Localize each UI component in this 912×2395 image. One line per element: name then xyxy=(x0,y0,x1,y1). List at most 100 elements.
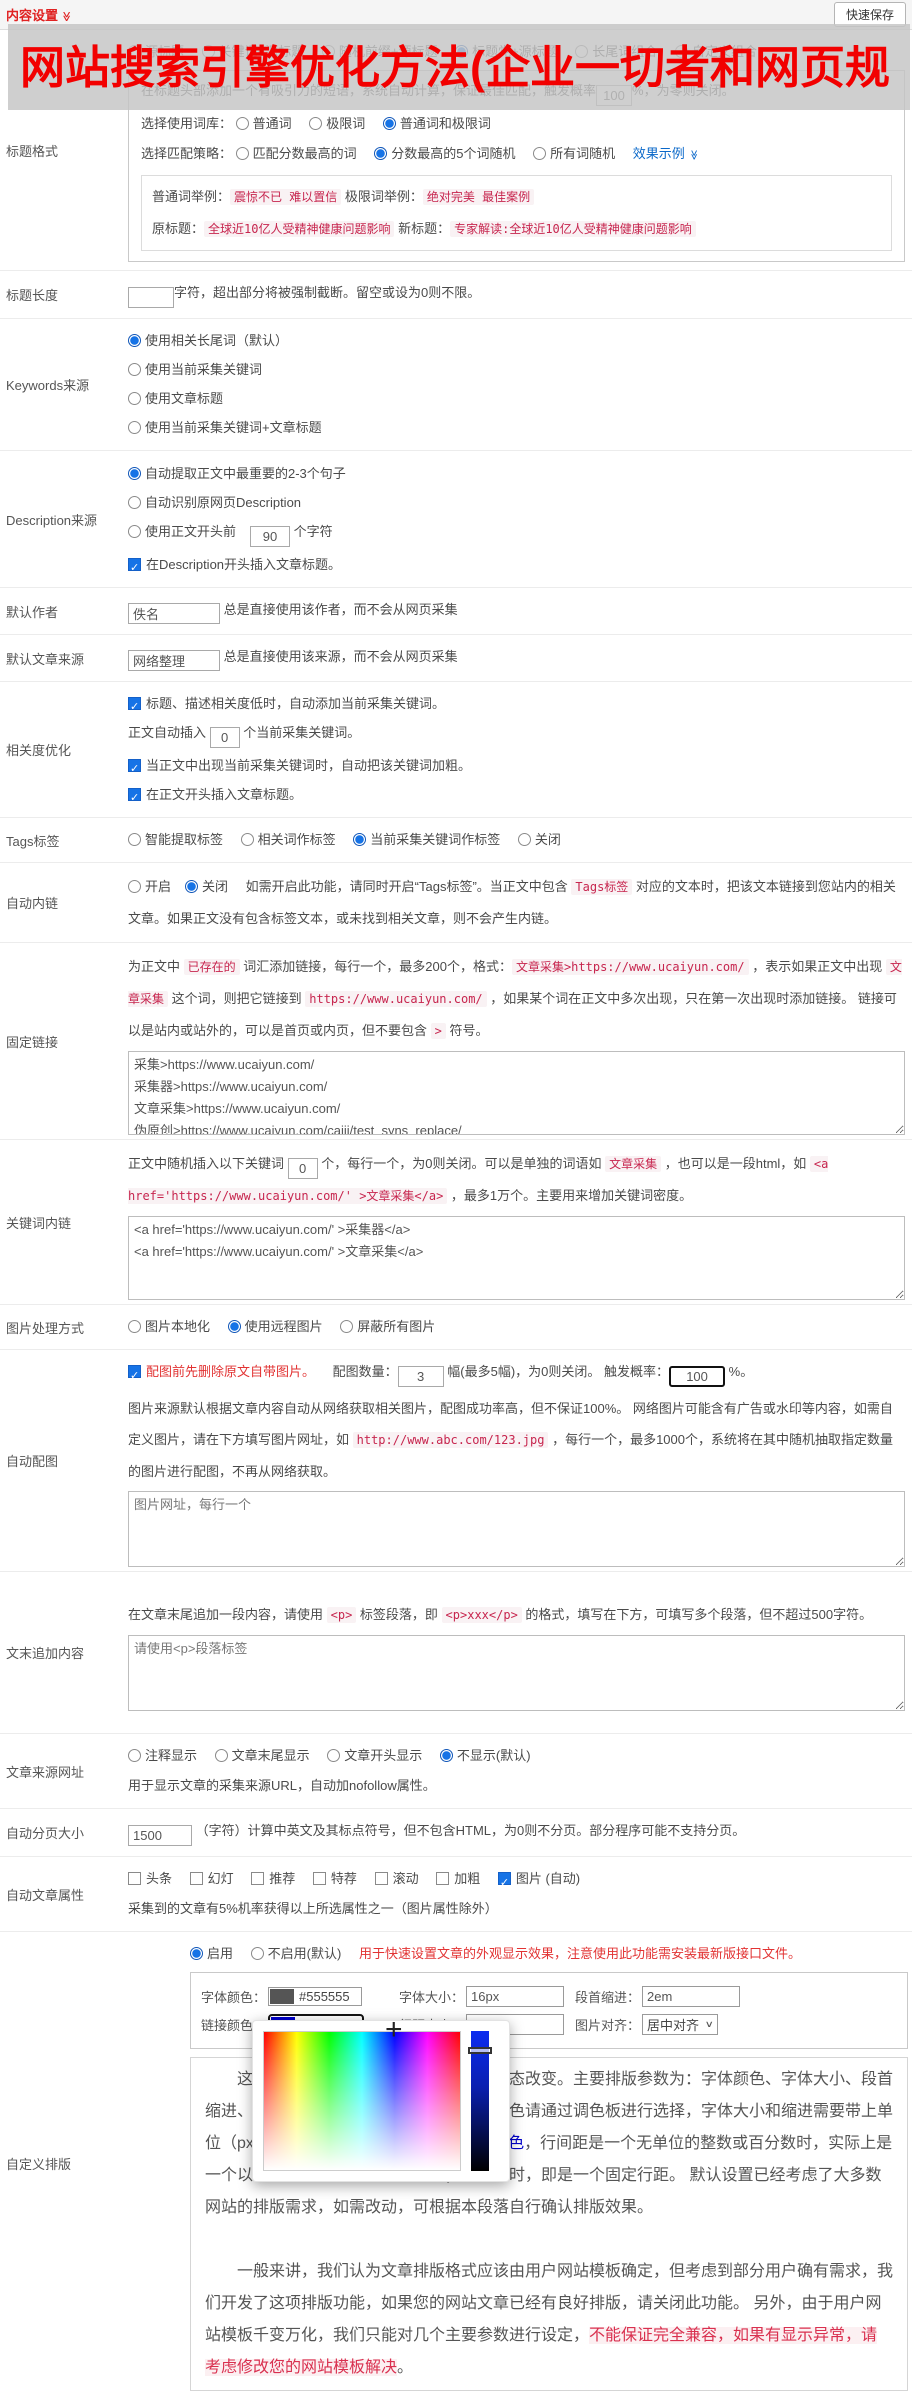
checkbox-icon-checked xyxy=(128,1364,141,1388)
saturation-gradient-area[interactable] xyxy=(263,2031,461,2171)
checkbox-relevance-add-keyword[interactable]: 标题、描述相关度低时，自动添加当前采集关键词。 xyxy=(128,696,445,718)
innerlink-desc: 开启 关闭 如需开启此功能，请同时开启“Tags标签”。当正文中包含 Tags标签… xyxy=(128,879,896,926)
radio-srcurl-hidden[interactable]: 不显示(默认) xyxy=(439,1748,531,1763)
append-content-textarea[interactable] xyxy=(128,1634,905,1711)
row-label-article-attrs: 自动文章属性 xyxy=(6,1887,85,1903)
row-title-length: 标题长度 字符，超出部分将被强制截断。留空或设为0则不限。 xyxy=(0,271,912,319)
radio-layout-disable[interactable]: 不启用(默认) xyxy=(250,1946,341,1961)
radio-srcurl-comment[interactable]: 注释显示 xyxy=(128,1748,197,1763)
seo-marquee-text: 网站搜索引擎优化方法(企业一切者和网页规 xyxy=(20,41,890,93)
keyword-innerlink-textarea[interactable]: <a href='https://www.ucaiyun.com/' >采集器<… xyxy=(128,1216,905,1300)
radio-image-remote[interactable]: 使用远程图片 xyxy=(227,1319,323,1334)
radio-icon-selected xyxy=(185,880,199,893)
row-label-auto-image: 自动配图 xyxy=(6,1454,59,1469)
image-align-select[interactable]: 居中对齐 ∨ xyxy=(642,2014,718,2035)
row-label-append: 文末追加内容 xyxy=(6,1646,85,1661)
radio-srcurl-end[interactable]: 文章末尾显示 xyxy=(214,1748,310,1763)
checkbox-icon xyxy=(189,1872,203,1885)
radio-image-localize[interactable]: 图片本地化 xyxy=(128,1319,210,1334)
radio-image-block[interactable]: 屏蔽所有图片 xyxy=(340,1319,435,1334)
radio-strategy-top5-random[interactable]: 分数最高的5个词随机 xyxy=(374,146,516,161)
checkbox-attr-slide[interactable]: 幻灯 xyxy=(189,1871,234,1886)
checkbox-desc-insert-title[interactable]: 在Description开头插入文章标题。 xyxy=(128,557,341,579)
radio-layout-enable[interactable]: 启用 xyxy=(190,1946,233,1961)
font-size-input[interactable] xyxy=(466,1986,565,2007)
radio-srcurl-start[interactable]: 文章开头显示 xyxy=(327,1748,422,1763)
checkbox-relevance-insert-title[interactable]: 在正文开头插入文章标题。 xyxy=(128,787,302,809)
radio-kw-longtail[interactable]: 使用相关长尾词（默认） xyxy=(128,333,288,348)
effect-example-link[interactable]: 效果示例 ≫ xyxy=(633,146,699,161)
radio-icon xyxy=(214,1749,228,1762)
image-count-input[interactable] xyxy=(397,1366,444,1387)
tags-code-chip: Tags标签 xyxy=(571,879,633,895)
slider-handle[interactable] xyxy=(468,2047,492,2054)
radio-tags-current-keyword[interactable]: 当前采集关键词作标签 xyxy=(353,832,500,847)
checkbox-remove-original-images[interactable]: 配图前先删除原文自带图片。 xyxy=(128,1364,315,1388)
fixed-links-textarea[interactable]: 采集>https://www.ucaiyun.com/ 采集器>https://… xyxy=(128,1051,905,1135)
row-label-keyword-innerlink: 关键词内链 xyxy=(6,1215,72,1231)
checkbox-attr-bold[interactable]: 加粗 xyxy=(436,1871,480,1886)
source-url-note: 用于显示文章的采集来源URL，自动加nofollow属性。 xyxy=(128,1778,436,1793)
radio-strategy-highest[interactable]: 匹配分数最高的词 xyxy=(235,146,357,161)
radio-icon xyxy=(128,421,141,434)
relevance-insert-count-input[interactable] xyxy=(209,727,240,748)
radio-icon-selected xyxy=(190,1947,203,1960)
title-length-input[interactable] xyxy=(128,287,174,308)
checkbox-relevance-bold-keyword[interactable]: 当正文中出现当前采集关键词时，自动把该关键词加粗。 xyxy=(128,758,471,780)
checkbox-icon-checked xyxy=(128,696,141,718)
radio-desc-auto-extract[interactable]: 自动提取正文中最重要的2-3个句子 xyxy=(128,466,346,481)
row-label-title-format: 标题格式 xyxy=(6,143,59,159)
row-label-pagination: 自动分页大小 xyxy=(6,1826,85,1841)
checkbox-attr-recommend[interactable]: 推荐 xyxy=(251,1871,295,1886)
pagination-size-input[interactable] xyxy=(128,1825,192,1846)
checkbox-attr-headline[interactable]: 头条 xyxy=(128,1871,172,1886)
radio-tags-off[interactable]: 关闭 xyxy=(517,832,561,847)
row-label-relevance: 相关度优化 xyxy=(6,743,72,758)
p-xxx-code-chip: <p>xxx</p> xyxy=(441,1606,522,1623)
default-source-input[interactable] xyxy=(128,650,220,671)
keyword-insert-count-input[interactable] xyxy=(287,1158,318,1179)
radio-desc-first-chars[interactable]: 使用正文开头前 xyxy=(128,524,236,539)
checkbox-attr-special[interactable]: 特荐 xyxy=(312,1871,357,1886)
checkbox-attr-image[interactable]: 图片 (自动) xyxy=(497,1871,580,1895)
radio-lexicon-both[interactable]: 普通词和极限词 xyxy=(382,116,491,131)
radio-icon xyxy=(250,1947,264,1960)
desc-chars-input[interactable] xyxy=(250,525,291,547)
checkbox-attr-scroll[interactable]: 滚动 xyxy=(374,1871,419,1886)
default-author-input[interactable] xyxy=(128,603,220,624)
select-arrow-icon: ∨ xyxy=(704,2019,714,2029)
radio-kw-current-plus-title[interactable]: 使用当前采集关键词+文章标题 xyxy=(128,420,322,435)
fixed-links-desc: 为正文中 已存在的 词汇添加链接，每行一个，最多200个，格式： 文章采集>htt… xyxy=(128,959,902,1039)
indent-input[interactable] xyxy=(642,1986,741,2007)
radio-tags-related[interactable]: 相关词作标签 xyxy=(240,832,336,847)
brightness-slider[interactable] xyxy=(468,2031,492,2171)
row-source-url: 文章来源网址 注释显示 文章末尾显示 文章开头显示 不显示(默认) 用于显示文章… xyxy=(0,1734,912,1809)
row-label-author: 默认作者 xyxy=(6,604,59,620)
row-label-fixed-links: 固定链接 xyxy=(6,1034,59,1050)
radio-strategy-all-random[interactable]: 所有词随机 xyxy=(533,146,615,161)
section-title[interactable]: 内容设置 ≫ xyxy=(6,5,72,24)
radio-lexicon-normal[interactable]: 普通词 xyxy=(235,116,292,131)
radio-desc-original[interactable]: 自动识别原网页Description xyxy=(128,495,301,510)
font-color-picker[interactable]: #555555 xyxy=(268,1987,363,2006)
p-tag-code-chip: <p> xyxy=(326,1606,357,1623)
radio-innerlink-off[interactable]: 关闭 xyxy=(185,879,228,894)
row-tags: Tags标签 智能提取标签 相关词作标签 当前采集关键词作标签 关闭 xyxy=(0,818,912,863)
radio-kw-article-title[interactable]: 使用文章标题 xyxy=(128,391,223,406)
radio-icon-selected xyxy=(374,147,388,160)
row-keyword-innerlink: 关键词内链 正文中随机插入以下关键词 个，每行一个，为0则关闭。可以是单独的词语… xyxy=(0,24,912,1305)
row-label-title-length: 标题长度 xyxy=(6,288,59,303)
radio-tags-smart[interactable]: 智能提取标签 xyxy=(128,832,223,847)
image-urls-textarea[interactable] xyxy=(128,1491,905,1567)
custom-layout-toggle: 启用 不启用(默认) 用于快速设置文章的外观显示效果，注意使用此功能需安装最新版… xyxy=(190,1942,908,1966)
row-pagination: 自动分页大小 （字符）计算中英文及其标点符号，但不包含HTML，为0则不分页。部… xyxy=(0,1809,912,1857)
row-label-custom-layout: 自定义排版 xyxy=(6,2157,72,2172)
row-auto-image: 自动配图 配图前先删除原文自带图片。 配图数量： 幅(最多5幅)，为0则关闭。 … xyxy=(0,1350,912,1572)
image-probability-input[interactable] xyxy=(669,1366,726,1387)
radio-lexicon-extreme[interactable]: 极限词 xyxy=(309,116,365,131)
radio-innerlink-on[interactable]: 开启 xyxy=(128,879,171,894)
checkbox-icon-checked xyxy=(128,557,141,579)
format-code-chip: 文章采集>https://www.ucaiyun.com/ xyxy=(511,959,749,975)
keyword-code-chip: 文章采集 xyxy=(605,1156,662,1172)
radio-kw-current[interactable]: 使用当前采集关键词 xyxy=(128,362,262,377)
